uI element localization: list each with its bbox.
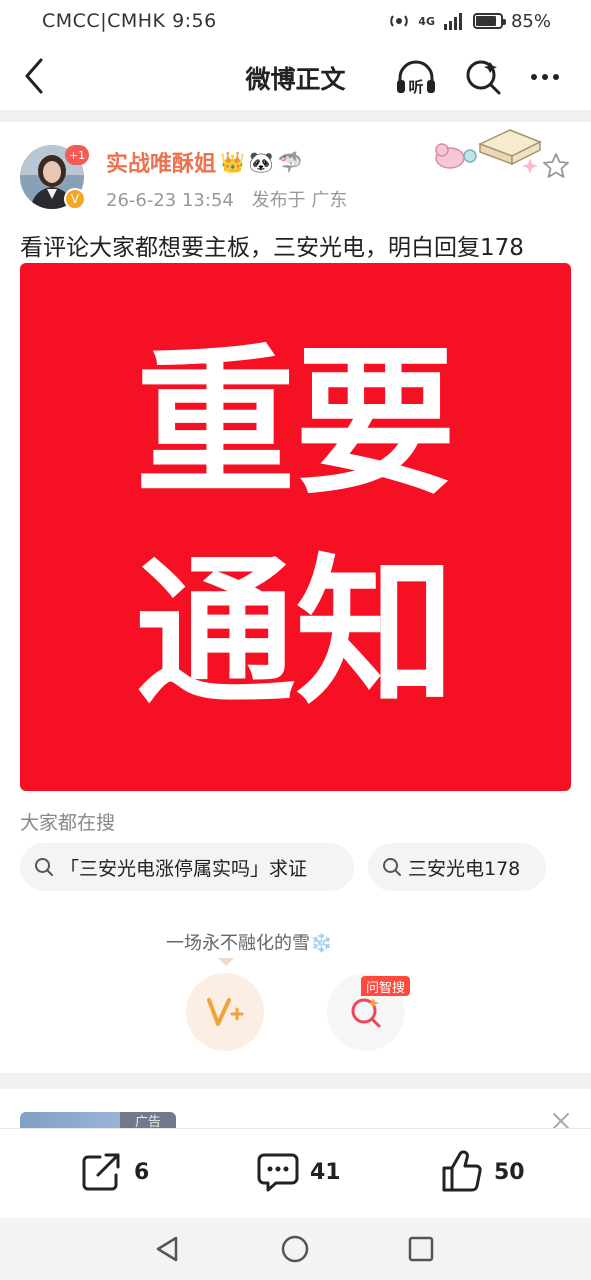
fan-label: 一场永不融化的雪❄️ xyxy=(166,933,333,954)
status-time: 9:56 xyxy=(172,10,217,32)
image-text-line1: 重要 xyxy=(135,329,456,516)
search-icon xyxy=(35,858,53,876)
crown-icon: 👑 xyxy=(220,150,245,174)
comment-count: 41 xyxy=(310,1159,341,1185)
post-meta: 26-6-23 13:54 发布于 广东 xyxy=(106,186,347,212)
share-button[interactable]: 6 xyxy=(80,1149,149,1195)
search-chip-label: 「三安光电涨停属实吗」求证 xyxy=(60,857,308,880)
listen-label: 听 xyxy=(408,78,423,96)
action-bar: 6 41 50 xyxy=(0,1128,591,1218)
system-home-button[interactable] xyxy=(280,1234,310,1264)
verified-icon: V xyxy=(64,188,86,210)
post-location: 发布于 广东 xyxy=(251,190,348,211)
trending-heading: 大家都在搜 xyxy=(20,812,116,834)
post-text: 看评论大家都想要主板，三安光电，明白回复178 xyxy=(20,235,524,261)
avatar-badge: +1 xyxy=(65,145,89,165)
network-label: 4G xyxy=(418,14,435,28)
system-back-button[interactable] xyxy=(152,1234,182,1264)
battery-percent: 85% xyxy=(510,10,551,32)
star-icon xyxy=(543,153,569,178)
listen-icon: 听 xyxy=(397,60,435,96)
square-recents-icon xyxy=(408,1236,434,1262)
comment-button[interactable]: 41 xyxy=(256,1149,341,1195)
shark-icon: 🦈 xyxy=(277,150,303,174)
battery-level xyxy=(475,16,497,26)
panda-icon: 🐼 xyxy=(248,150,274,174)
search-button[interactable] xyxy=(460,54,506,100)
thumbs-up-icon xyxy=(442,1150,482,1192)
status-carrier: CMCC|CMHK 9:56 xyxy=(42,10,217,32)
circle-home-icon xyxy=(281,1235,309,1263)
more-dot xyxy=(531,74,537,80)
section-divider xyxy=(0,1073,591,1089)
favorite-button[interactable] xyxy=(542,152,570,180)
search-icon xyxy=(383,858,401,876)
more-button[interactable] xyxy=(522,54,568,100)
more-dot xyxy=(542,74,548,80)
author-name[interactable]: 实战唯酥姐 xyxy=(106,146,216,178)
image-text-line2: 通知 xyxy=(135,539,456,726)
share-icon xyxy=(82,1153,120,1191)
nav-bar: 微博正文 听 xyxy=(0,42,591,110)
ask-search-tag: 问智搜 xyxy=(361,976,411,996)
comment-icon xyxy=(257,1153,299,1192)
ask-search-icon xyxy=(351,998,381,1028)
battery-icon xyxy=(472,13,506,29)
more-dot xyxy=(553,74,559,80)
vplus-icon xyxy=(207,998,244,1026)
listen-button[interactable]: 听 xyxy=(393,54,439,100)
triangle-back-icon xyxy=(156,1236,178,1262)
fan-label-pointer xyxy=(218,958,234,966)
system-nav-bar xyxy=(0,1218,591,1280)
system-recents-button[interactable] xyxy=(406,1234,436,1264)
status-indicators: 4G 85% xyxy=(388,10,551,32)
like-button[interactable]: 50 xyxy=(440,1149,525,1195)
search-chip-label: 三安光电178 xyxy=(408,857,521,880)
search-icon xyxy=(466,60,501,95)
hotspot-icon xyxy=(390,15,408,27)
post-image[interactable]: 重要 通知 xyxy=(20,263,571,791)
search-chip[interactable]: 三安光电178 xyxy=(368,843,546,891)
carrier-name: CMCC|CMHK xyxy=(42,10,166,32)
vplus-button[interactable] xyxy=(186,973,264,1051)
decoration-sticker xyxy=(435,129,542,174)
like-count: 50 xyxy=(494,1159,525,1185)
search-chip[interactable]: 「三安光电涨停属实吗」求证 xyxy=(20,843,354,891)
author-row: 实战唯酥姐 👑 🐼 🦈 xyxy=(106,146,303,178)
share-count: 6 xyxy=(134,1159,150,1185)
header-divider xyxy=(0,110,591,122)
post-timestamp: 26-6-23 13:54 xyxy=(106,190,234,211)
status-bar: CMCC|CMHK 9:56 4G 85% xyxy=(0,0,591,42)
signal-icon xyxy=(443,13,462,30)
